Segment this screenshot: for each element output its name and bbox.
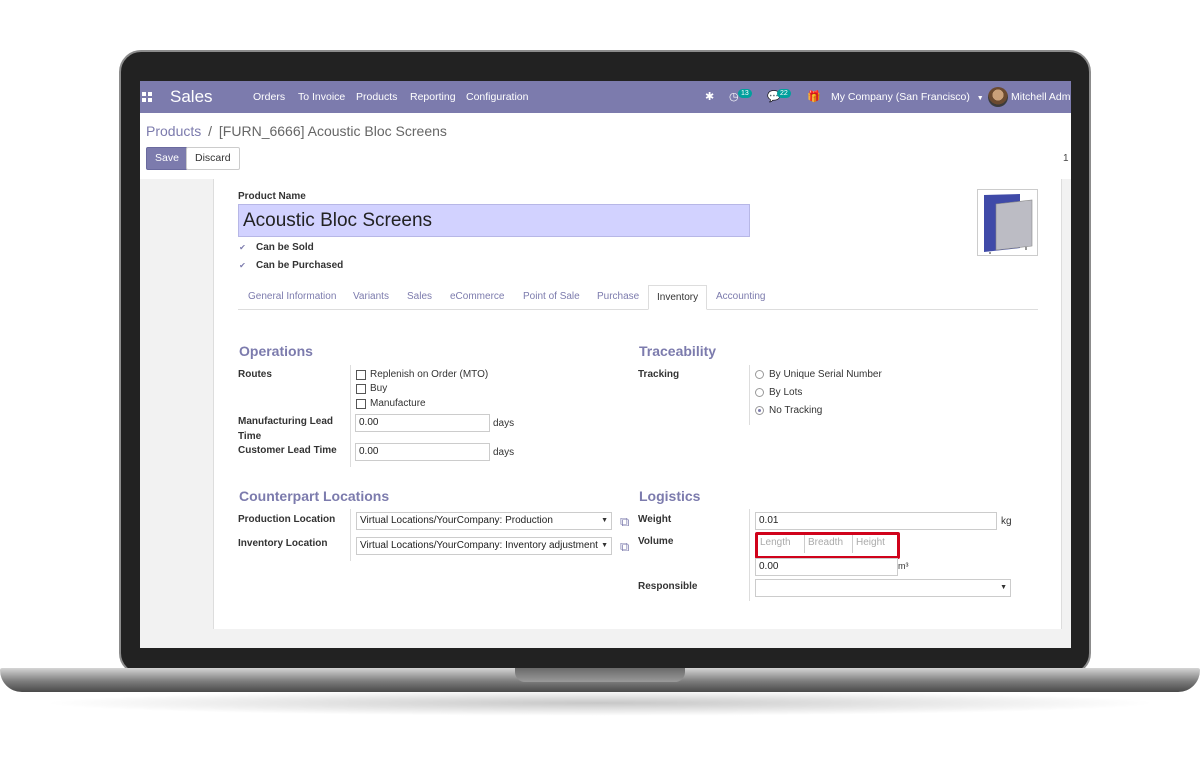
menu-orders[interactable]: Orders xyxy=(253,81,285,113)
product-name-input[interactable]: Acoustic Bloc Screens xyxy=(238,204,750,237)
route-manufacture-label: Manufacture xyxy=(370,398,426,409)
can-be-sold-checkbox[interactable]: ✔ xyxy=(238,243,247,252)
customer-lead-time-input[interactable]: 0.00 xyxy=(355,443,490,461)
app-screen: Sales Orders To Invoice Products Reporti… xyxy=(140,81,1071,648)
tracking-none-label: No Tracking xyxy=(769,405,823,416)
menu-products[interactable]: Products xyxy=(356,81,397,113)
tab-variants[interactable]: Variants xyxy=(353,285,389,310)
activity-clock-icon[interactable]: ◷ xyxy=(729,81,739,113)
menu-reporting[interactable]: Reporting xyxy=(410,81,456,113)
breadcrumb-separator: / xyxy=(208,123,213,139)
volume-unit: m³ xyxy=(898,561,909,571)
operations-title: Operations xyxy=(239,343,313,359)
route-manufacture-checkbox[interactable] xyxy=(356,399,366,409)
mfg-lead-time-input[interactable]: 0.00 xyxy=(355,414,490,432)
tab-purchase[interactable]: Purchase xyxy=(597,285,639,310)
menu-configuration[interactable]: Configuration xyxy=(466,81,528,113)
route-buy-checkbox[interactable] xyxy=(356,384,366,394)
mfg-lead-label-line2: Time xyxy=(238,431,262,442)
tracking-none-radio[interactable] xyxy=(755,406,764,415)
company-name: My Company (San Francisco) xyxy=(831,91,970,103)
customer-lead-unit: days xyxy=(493,447,515,458)
product-image[interactable] xyxy=(977,189,1038,256)
inventory-location-select[interactable]: Virtual Locations/YourCompany: Inventory… xyxy=(356,537,612,555)
caret-down-icon: ▼ xyxy=(601,542,608,549)
bug-icon[interactable]: ✱ xyxy=(705,81,714,113)
laptop-shadow xyxy=(40,690,1160,716)
route-mto-label: Replenish on Order (MTO) xyxy=(370,369,489,380)
form-sheet xyxy=(213,179,1062,629)
top-navbar: Sales Orders To Invoice Products Reporti… xyxy=(140,81,1071,113)
product-name-label: Product Name xyxy=(238,191,306,202)
can-be-sold-label: Can be Sold xyxy=(256,242,314,253)
inventory-location-value: Virtual Locations/YourCompany: Inventory… xyxy=(360,540,598,551)
breadcrumb-current: [FURN_6666] Acoustic Bloc Screens xyxy=(218,123,447,139)
activity-count-badge: 13 xyxy=(738,89,752,98)
tracking-serial-label: By Unique Serial Number xyxy=(769,369,882,380)
user-menu[interactable]: Mitchell Admin xyxy=(1011,81,1071,113)
external-link-icon[interactable]: ⧉ xyxy=(620,515,633,528)
message-count-badge: 22 xyxy=(777,89,791,98)
breadcrumb: Products / [FURN_6666] Acoustic Bloc Scr… xyxy=(146,123,447,139)
can-be-purchased-label: Can be Purchased xyxy=(256,260,344,271)
tab-sales[interactable]: Sales xyxy=(407,285,432,310)
route-buy-label: Buy xyxy=(370,383,388,394)
menu-to-invoice[interactable]: To Invoice xyxy=(298,81,345,113)
caret-down-icon: ▼ xyxy=(601,517,608,524)
weight-label: Weight xyxy=(638,514,672,525)
can-be-purchased-checkbox[interactable]: ✔ xyxy=(238,261,247,270)
volume-label: Volume xyxy=(638,536,674,547)
logistics-title: Logistics xyxy=(639,488,701,504)
traceability-divider xyxy=(749,365,750,425)
counterpart-title: Counterpart Locations xyxy=(239,488,390,504)
route-mto-checkbox[interactable] xyxy=(356,370,366,380)
gift-icon[interactable]: 🎁 xyxy=(807,81,821,113)
mfg-lead-unit: days xyxy=(493,418,515,429)
discard-button[interactable]: Discard xyxy=(186,147,240,170)
inventory-location-label: Inventory Location xyxy=(238,538,328,549)
tracking-lots-radio[interactable] xyxy=(755,388,764,397)
user-avatar[interactable] xyxy=(988,87,1008,107)
customer-lead-label: Customer Lead Time xyxy=(238,445,337,456)
counterpart-divider xyxy=(350,509,351,561)
production-location-label: Production Location xyxy=(238,514,336,525)
tracking-label: Tracking xyxy=(638,369,680,380)
responsible-select[interactable]: ▼ xyxy=(755,579,1011,597)
acoustic-screen-image xyxy=(984,194,1033,254)
logistics-divider xyxy=(749,509,750,601)
chevron-down-icon: ▼ xyxy=(976,95,984,102)
external-link-icon[interactable]: ⧉ xyxy=(620,540,633,553)
mfg-lead-label-line1: Manufacturing Lead xyxy=(238,416,334,427)
dimension-fields-highlight xyxy=(755,532,900,559)
breadcrumb-products-link[interactable]: Products xyxy=(146,123,201,139)
app-title[interactable]: Sales xyxy=(170,81,213,113)
weight-unit: kg xyxy=(1001,516,1012,527)
tracking-lots-label: By Lots xyxy=(769,387,803,398)
production-location-value: Virtual Locations/YourCompany: Productio… xyxy=(360,515,553,526)
production-location-select[interactable]: Virtual Locations/YourCompany: Productio… xyxy=(356,512,612,530)
tab-inventory[interactable]: Inventory xyxy=(648,285,708,310)
apps-grid-icon[interactable] xyxy=(142,81,152,113)
tab-general-information[interactable]: General Information xyxy=(248,285,336,310)
volume-input[interactable]: 0.00 xyxy=(755,558,898,576)
traceability-title: Traceability xyxy=(639,343,717,359)
routes-label: Routes xyxy=(238,369,272,380)
company-switcher[interactable]: My Company (San Francisco) ▼ xyxy=(831,81,984,113)
pager-value[interactable]: 1 xyxy=(1063,153,1069,164)
responsible-label: Responsible xyxy=(638,581,698,592)
laptop-notch xyxy=(515,668,685,682)
caret-down-icon: ▼ xyxy=(1000,584,1007,591)
tab-point-of-sale[interactable]: Point of Sale xyxy=(523,285,580,310)
tab-ecommerce[interactable]: eCommerce xyxy=(450,285,504,310)
operations-divider xyxy=(350,365,351,467)
tab-accounting[interactable]: Accounting xyxy=(716,285,765,310)
weight-input[interactable]: 0.01 xyxy=(755,512,997,530)
save-button[interactable]: Save xyxy=(146,147,188,170)
tracking-serial-radio[interactable] xyxy=(755,370,764,379)
form-tabs: General Information Variants Sales eComm… xyxy=(238,285,1038,310)
